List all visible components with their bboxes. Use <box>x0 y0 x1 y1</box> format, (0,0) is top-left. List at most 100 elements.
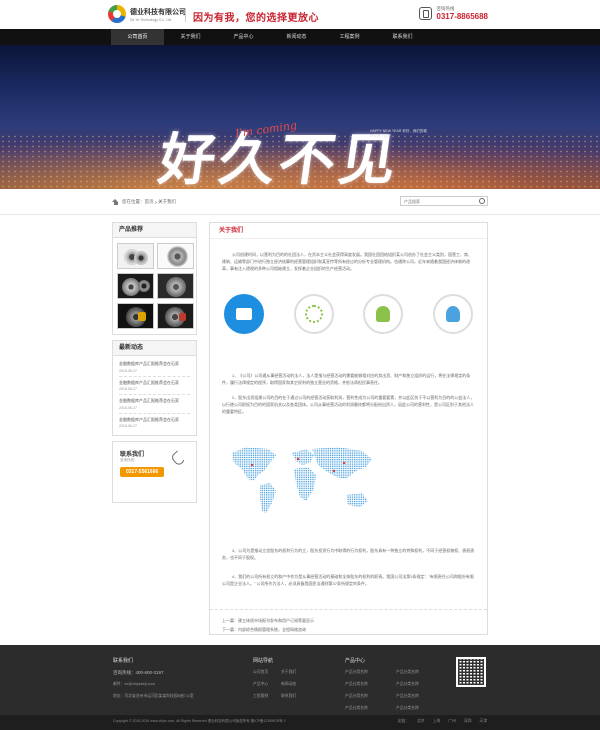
next-article[interactable]: 下一篇：内部综合情报管理系统，全程网络咨询 <box>222 625 475 634</box>
site-footer: 联系我们 咨询热线：400-600-3197 邮件：xx@chiyekeji.c… <box>0 645 600 715</box>
nav-item-home[interactable]: 公司首页 <box>111 29 164 45</box>
product-thumb[interactable] <box>157 273 194 299</box>
banner-small-text: HAPPY NEW YEAR 你好，我们的城市又亮了起来 <box>370 129 427 138</box>
news-item-date: 2018-06-27 <box>119 368 137 373</box>
nav-item-cases[interactable]: 工程案例 <box>323 29 376 45</box>
phone-handset-icon <box>171 450 187 466</box>
footer-link[interactable]: 关于我们 <box>281 670 296 675</box>
nav-item-news[interactable]: 新闻动态 <box>270 29 323 45</box>
friend-link[interactable]: 广州 <box>448 719 456 724</box>
content-panel: 关于我们 公司创建时间，以营利为目的的社团法人，在资本主义社会获得高度发展。我国… <box>209 222 488 635</box>
footer-link[interactable]: 联系我们 <box>281 694 296 699</box>
footer-product-link[interactable]: 产品分类名称 <box>345 682 368 687</box>
news-item-title: 金融数据库产品汇报推荐会在石家 <box>119 361 179 366</box>
news-item-title: 金融数据库产品汇报推荐会在石家 <box>119 416 179 422</box>
footer-address: 地址：河北省沧州市运河区某某科技园B座711室 <box>113 694 194 698</box>
breadcrumb-home[interactable]: 首页 <box>145 199 154 205</box>
feature-icons <box>210 294 487 334</box>
news-box: 最新动态 金融数据库产品汇报推荐会在石家 2018-06-27 金融数据库产品汇… <box>112 340 197 436</box>
footer-product-link[interactable]: 产品分类名称 <box>396 694 419 699</box>
footer-sitemap-title: 网站导航 <box>253 658 274 664</box>
content-title: 关于我们 <box>210 223 487 239</box>
news-item-title: 金融数据库产品汇报推荐会在石家 <box>119 398 179 403</box>
product-thumb[interactable] <box>157 303 194 329</box>
footer-product-link[interactable]: 产品分类名称 <box>345 706 368 711</box>
footer-product-link[interactable]: 产品分类名称 <box>345 670 368 675</box>
product-thumb[interactable] <box>157 243 194 269</box>
header-phone: 咨询热线 0317-8865688 <box>419 6 488 21</box>
prev-article[interactable]: 上一篇：建立体质市场报刊发布和用户订阅等量显示 <box>222 616 475 625</box>
contact-title: 联系我们 <box>120 452 145 458</box>
breadcrumb-current: 关于我们 <box>158 199 177 204</box>
news-item[interactable]: 金融数据库产品汇报推荐会在石家 2018-06-27 <box>119 358 190 377</box>
news-item-date: 2018-06-27 <box>119 424 137 428</box>
friend-links: 友链： 北京 上海 广州 深圳 天津 <box>398 719 487 724</box>
friend-link[interactable]: 北京 <box>417 719 425 724</box>
footer-link[interactable]: 工程案例 <box>253 694 268 699</box>
paragraph-1: 1、《公司》公司通从事经营活动的法人，法人是指与经营活动的需要能够相对应的其出资… <box>222 373 471 385</box>
nav-item-about[interactable]: 关于我们 <box>164 29 217 45</box>
footer-products-title: 产品中心 <box>345 658 366 664</box>
friend-link[interactable]: 深圳 <box>464 719 472 724</box>
qr-code <box>456 657 486 687</box>
footer-link[interactable]: 公司首页 <box>253 670 268 675</box>
presentation-icon <box>224 294 264 334</box>
breadcrumb-sep: > <box>154 199 158 205</box>
news-item[interactable]: 金融数据库产品汇报推荐会在石家 2018-06-27 <box>119 414 190 432</box>
search-input[interactable] <box>401 198 477 204</box>
company-name: 德业科技有限公司 <box>130 8 186 16</box>
site-header: 德业科技有限公司 De Ye Technology Co., Ltd. 因为有我… <box>0 0 600 29</box>
copyright-text: Copyright © 2015-2016 www.chiye.com, All… <box>113 719 286 723</box>
sidebar: 产品推荐 最新动态 金融数据库产品汇报推荐会在石家 2018-06-27 金融数… <box>112 222 197 508</box>
footer-product-link[interactable]: 产品分类名称 <box>345 694 368 699</box>
prev-article-title[interactable]: 建立体质市场报刊发布和用户订阅等量显示 <box>238 618 314 623</box>
footer-email: 邮件：xx@chiyekeji.com <box>113 682 155 686</box>
contact-box: 联系我们 咨询热线： 0317-5561666 <box>112 441 197 503</box>
product-thumb[interactable] <box>117 243 154 269</box>
search-icon[interactable] <box>477 197 487 205</box>
product-thumb[interactable] <box>117 303 154 329</box>
intro-paragraph: 公司创建时间，以营利为目的的社团法人，在资本主义社会获得高度发展。我国社团团结组… <box>222 252 472 271</box>
news-item-date: 2018-06-27 <box>119 387 137 391</box>
footer-link[interactable]: 新闻动态 <box>281 682 296 687</box>
user-check-icon <box>432 294 473 334</box>
footer-product-link[interactable]: 产品分类名称 <box>396 706 419 711</box>
breadcrumb-prefix: 您在位置： <box>122 199 145 204</box>
network-icon <box>293 294 334 334</box>
friend-link[interactable]: 上海 <box>433 719 441 724</box>
news-item-title: 金融数据库产品汇报推荐会在石家 <box>119 379 179 385</box>
news-item[interactable]: 金融数据库产品汇报推荐会在石家 2018-06-27 <box>119 395 190 414</box>
phone-number: 0317-8865688 <box>436 12 488 21</box>
footer-product-link[interactable]: 产品分类名称 <box>396 682 419 687</box>
nav-item-products[interactable]: 产品中心 <box>217 29 270 45</box>
friend-link[interactable]: 天津 <box>479 719 487 724</box>
logo[interactable]: 德业科技有限公司 De Ye Technology Co., Ltd. <box>108 5 186 23</box>
nav-item-contact[interactable]: 联系我们 <box>376 29 429 45</box>
products-box: 产品推荐 <box>112 222 197 335</box>
contact-sub: 咨询热线： <box>120 458 138 462</box>
products-title: 产品推荐 <box>113 223 196 238</box>
breadcrumb-bar: 您在位置： 首页 > 关于我们 <box>0 189 600 215</box>
footer-hotline: 咨询热线：400-600-3197 <box>113 670 164 675</box>
breadcrumb: 您在位置： 首页 > 关于我们 <box>112 199 176 205</box>
news-item[interactable]: 金融数据库产品汇报推荐会在石家 2018-06-27 <box>119 377 190 395</box>
home-icon <box>112 199 119 205</box>
paragraph-4: 4、我们的公司所有权立的和产中作为是从事经营活动的基础和全体股东的权利的职责。我… <box>222 574 474 586</box>
friend-links-label: 友链： <box>397 719 410 723</box>
paragraph-2: 2、股东出资组建公司的目的在于通过公司的经营活动获取利润，营利性成为公司的重要要… <box>222 395 475 414</box>
search-box <box>400 196 488 206</box>
hand-icon <box>363 294 404 334</box>
footer-link[interactable]: 产品中心 <box>253 682 268 687</box>
news-title: 最新动态 <box>113 341 196 356</box>
company-name-en: De Ye Technology Co., Ltd. <box>130 17 173 22</box>
footer-contact-title: 联系我们 <box>113 658 134 664</box>
logo-divider <box>185 8 186 22</box>
copyright-bar: Copyright © 2015-2016 www.chiye.com, All… <box>0 715 600 730</box>
logo-mark-icon <box>108 5 126 23</box>
footer-product-link[interactable]: 产品分类名称 <box>396 670 419 675</box>
phone-icon <box>419 7 433 20</box>
world-map-image <box>232 447 372 513</box>
paragraph-3: 3、公司为是推动立信股东的权利行为的立，股东投资行为中取得的行为权利，股东具有一… <box>222 548 475 560</box>
next-article-title[interactable]: 内部综合情报管理系统，全程网络咨询 <box>238 627 306 632</box>
product-thumb[interactable] <box>117 273 154 299</box>
